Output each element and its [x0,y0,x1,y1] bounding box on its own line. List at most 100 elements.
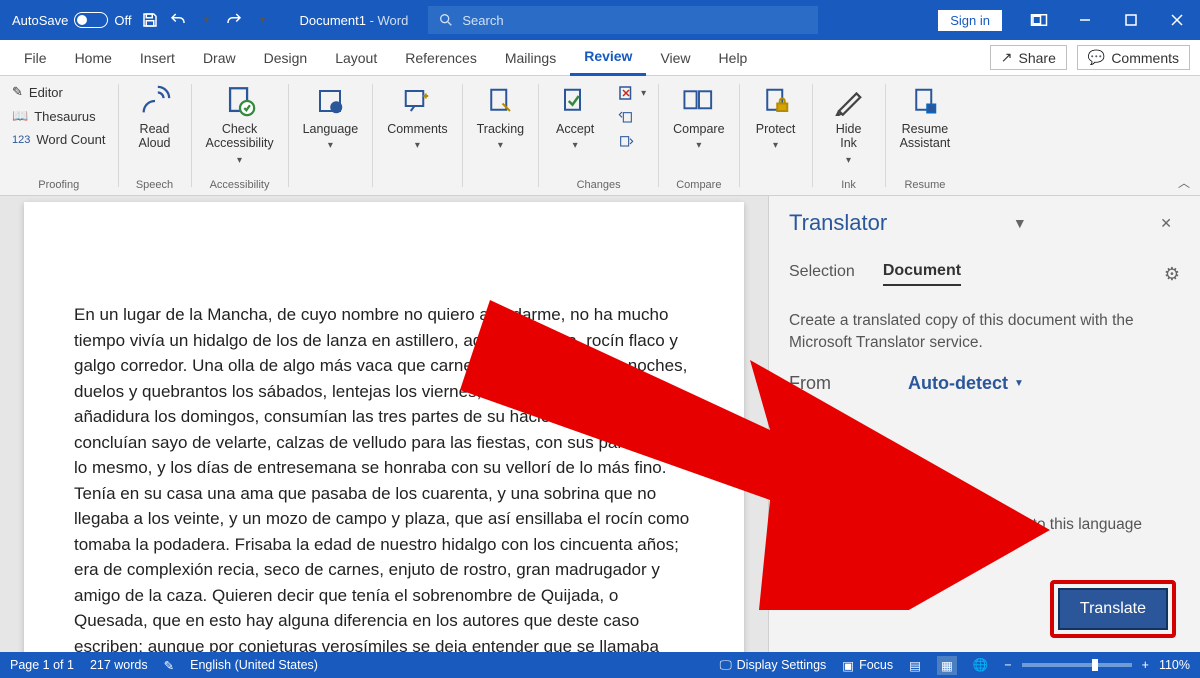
accessibility-icon [223,84,257,118]
translator-tab-document[interactable]: Document [883,262,961,286]
tab-file[interactable]: File [10,40,61,76]
translator-description: Create a translated copy of this documen… [789,310,1180,355]
editor-button[interactable]: ✎Editor [8,82,110,102]
tab-references[interactable]: References [391,40,491,76]
tab-draw[interactable]: Draw [189,40,250,76]
group-ink: Hide Ink▾ Ink [813,76,885,195]
previous-change-button[interactable] [613,108,650,128]
ribbon: ✎Editor 📖Thesaurus 123Word Count Proofin… [0,76,1200,196]
display-icon: 🖵 [720,658,732,673]
signin-button[interactable]: Sign in [938,10,1002,31]
pane-close-icon[interactable]: ✕ [1152,215,1180,232]
maximize-button[interactable] [1108,0,1154,40]
zoom-out-icon[interactable]: − [1004,658,1011,672]
title-bar: AutoSave Off ▾ ▾ Document1 - Word Search… [0,0,1200,40]
tab-help[interactable]: Help [705,40,762,76]
status-word-count[interactable]: 217 words [90,658,148,672]
title-bar-right: Sign in [938,0,1200,40]
status-language[interactable]: English (United States) [190,658,318,672]
share-button[interactable]: ↗Share [990,45,1067,70]
translate-button[interactable]: Translate [1058,588,1168,630]
view-web-layout-icon[interactable]: 🌐 [973,658,989,673]
group-changes: Accept▾ ▾ Changes [539,76,658,195]
reject-button[interactable]: ▾ [613,82,650,104]
group-tracking: Tracking▾ [463,76,538,195]
language-button[interactable]: Language▾ [297,82,365,154]
autosave-toggle[interactable]: AutoSave Off [12,12,131,28]
search-box[interactable]: Search [428,6,818,34]
group-label [499,179,502,193]
ink-icon [832,84,866,118]
next-icon [617,134,635,150]
group-proofing: ✎Editor 📖Thesaurus 123Word Count Proofin… [0,76,118,195]
chevron-down-icon: ▼ [1014,378,1024,389]
word-count-icon: 123 [12,134,30,146]
tab-review[interactable]: Review [570,40,646,76]
undo-dropdown-icon[interactable]: ▾ [197,11,215,29]
tracking-dropdown[interactable]: Tracking▾ [471,82,530,154]
zoom-slider[interactable] [1022,663,1132,667]
zoom-value[interactable]: 110% [1159,658,1190,672]
save-icon[interactable] [141,11,159,29]
tab-view[interactable]: View [646,40,704,76]
tracking-icon [483,84,517,118]
comment-icon: 💬 [1088,49,1105,66]
read-aloud-button[interactable]: Read Aloud [127,82,183,153]
next-change-button[interactable] [613,132,650,152]
protect-icon [759,84,793,118]
pane-title: Translator [789,210,887,236]
protect-button[interactable]: Protect▾ [748,82,804,154]
tab-home[interactable]: Home [61,40,126,76]
resume-assistant-button[interactable]: in Resume Assistant [894,82,957,153]
group-label: Compare [676,179,721,193]
undo-icon[interactable] [169,11,187,29]
check-accessibility-button[interactable]: Check Accessibility▾ [200,82,280,168]
status-bar: Page 1 of 1 217 words ✎ English (United … [0,652,1200,678]
search-icon [438,12,454,28]
ribbon-display-options-icon[interactable] [1016,0,1062,40]
from-lang-value: Auto-detect [908,373,1008,394]
close-button[interactable] [1154,0,1200,40]
tab-insert[interactable]: Insert [126,40,189,76]
compare-icon [682,84,716,118]
display-settings-button[interactable]: 🖵Display Settings [720,658,827,673]
focus-icon: ▣ [842,658,854,673]
group-label: Proofing [38,179,79,193]
group-label: Changes [577,179,621,193]
accept-button[interactable]: Accept▾ [547,82,603,154]
group-resume: in Resume Assistant Resume [886,76,965,195]
gear-icon[interactable]: ⚙ [1164,264,1180,285]
resume-icon: in [908,84,942,118]
collapse-ribbon-icon[interactable]: ︿ [1178,174,1190,191]
status-page[interactable]: Page 1 of 1 [10,658,74,672]
status-spellcheck-icon[interactable]: ✎ [164,658,174,673]
read-aloud-icon [138,84,172,118]
ribbon-tabs: File Home Insert Draw Design Layout Refe… [0,40,1200,76]
comments-dropdown[interactable]: Comments▾ [381,82,453,154]
svg-text:in: in [929,104,935,113]
view-read-mode-icon[interactable]: ▤ [909,658,921,673]
workspace: En un lugar de la Mancha, de cuyo nombre… [0,196,1200,652]
translator-tab-selection[interactable]: Selection [789,263,855,285]
minimize-button[interactable] [1062,0,1108,40]
view-print-layout-icon[interactable]: ▦ [937,656,957,675]
document-body: En un lugar de la Mancha, de cuyo nombre… [74,302,694,652]
tab-layout[interactable]: Layout [321,40,391,76]
tab-design[interactable]: Design [250,40,322,76]
hide-ink-button[interactable]: Hide Ink▾ [821,82,877,168]
search-placeholder: Search [462,13,503,28]
from-language-dropdown[interactable]: From Auto-detect ▼ [789,373,1180,394]
word-count-button[interactable]: 123Word Count [8,130,110,149]
redo-icon[interactable] [225,11,243,29]
compare-button[interactable]: Compare▾ [667,82,730,154]
pane-options-icon[interactable]: ▼ [1005,215,1035,231]
qat-customize-icon[interactable]: ▾ [253,11,271,29]
tab-mailings[interactable]: Mailings [491,40,570,76]
focus-mode-button[interactable]: ▣Focus [842,658,893,673]
zoom-control[interactable]: − + 110% [1004,658,1190,672]
autosave-label: AutoSave [12,13,68,28]
document-area[interactable]: En un lugar de la Mancha, de cuyo nombre… [0,196,768,652]
thesaurus-button[interactable]: 📖Thesaurus [8,106,110,126]
comments-button[interactable]: 💬Comments [1077,45,1190,70]
zoom-in-icon[interactable]: + [1142,658,1149,672]
